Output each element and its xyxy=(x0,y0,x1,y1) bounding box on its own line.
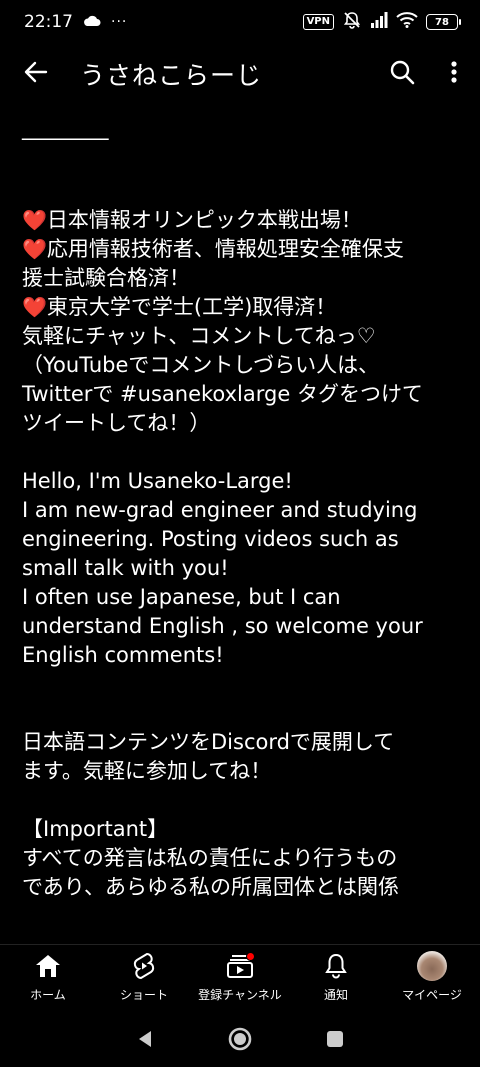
subscriptions-icon xyxy=(225,951,255,981)
channel-description: _________ ❤️日本情報オリンピック本戦出場！ ❤️応用情報技術者、情報… xyxy=(0,104,480,944)
description-line: Twitterで #usanekoxlarge タグをつけて xyxy=(22,380,458,409)
description-line: Hello, I'm Usaneko-Large! xyxy=(22,469,293,493)
description-line: ❤️日本情報オリンピック本戦出場！ xyxy=(22,208,362,232)
description-line: 【Important】 xyxy=(22,817,169,841)
description-line: であり、あらゆる私の所属団体とは関係 xyxy=(22,875,399,899)
description-line: 日本語コンテンツをDiscordで展開して xyxy=(22,730,395,754)
description-line: I often use Japanese, but I can xyxy=(22,585,341,609)
arrow-left-icon xyxy=(23,59,49,89)
status-left: 22:17 ··· xyxy=(24,12,127,32)
more-vertical-icon xyxy=(450,60,458,88)
hashtag-line[interactable]: Twitterで #usanekoxlarge タグをつけて xyxy=(22,382,423,406)
description-divider: _________ xyxy=(22,116,109,140)
nav-notifications[interactable]: 通知 xyxy=(288,945,384,1015)
page-title: うさねこらーじ xyxy=(80,61,263,90)
description-line: すべての発言は私の責任により行うもの xyxy=(22,846,398,870)
system-back-button[interactable] xyxy=(135,1029,155,1053)
system-navigation-bar xyxy=(0,1014,480,1067)
signal-icon xyxy=(370,11,388,33)
system-recents-button[interactable] xyxy=(325,1029,345,1053)
status-right: VPN 78 xyxy=(302,10,461,35)
nav-my-page[interactable]: マイページ xyxy=(384,945,480,1015)
description-line: ツイートしてね！） xyxy=(22,411,211,435)
square-recents-icon xyxy=(327,1030,343,1047)
nav-subscriptions[interactable]: 登録チャンネル xyxy=(192,945,288,1015)
more-options-button[interactable] xyxy=(428,44,480,104)
wifi-icon xyxy=(396,11,418,33)
description-line: ます。気軽に参加してね！ xyxy=(22,759,272,783)
app-bar: うさねこらーじ xyxy=(0,44,480,104)
description-line: I am new-grad engineer and studying xyxy=(22,498,418,522)
back-button[interactable] xyxy=(0,44,72,104)
heart-icon: ❤️ xyxy=(22,237,47,261)
description-line: understand English , so welcome your xyxy=(22,614,423,638)
nav-label: ショート xyxy=(119,988,168,1002)
search-icon xyxy=(389,59,415,89)
shorts-icon xyxy=(129,951,159,981)
nav-home[interactable]: ホーム xyxy=(0,945,96,1015)
cloud-icon xyxy=(83,12,101,32)
description-line: engineering. Posting videos such as xyxy=(22,527,399,551)
heart-icon: ❤️ xyxy=(22,295,47,319)
description-line: （YouTubeでコメントしづらい人は、 xyxy=(22,353,380,377)
description-line: ❤️応用情報技術者、情報処理安全確保支 xyxy=(22,237,404,261)
triangle-back-icon xyxy=(139,1030,151,1047)
status-bar: 22:17 ··· VPN 78 xyxy=(0,0,480,44)
description-line: English comments! xyxy=(22,643,224,667)
description-line: 気軽にチャット、コメントしてねっ♡ xyxy=(22,324,376,348)
description-line: small talk with you! xyxy=(22,556,229,580)
muted-bell-icon xyxy=(342,10,362,35)
description-line: ❤️東京大学で学士(工学)取得済！ xyxy=(22,295,337,319)
screen: 22:17 ··· VPN 78 うさねこらーじ _________ ❤️日本情… xyxy=(0,0,480,1067)
avatar xyxy=(417,951,447,981)
description-line: 援士試験合格済！ xyxy=(22,266,190,290)
nav-label: ホーム xyxy=(30,988,66,1002)
heart-icon: ❤️ xyxy=(22,208,47,232)
search-button[interactable] xyxy=(376,44,428,104)
battery-indicator: 78 xyxy=(426,14,461,30)
more-notifications-indicator: ··· xyxy=(111,14,128,30)
circle-home-icon xyxy=(228,1027,252,1050)
home-icon xyxy=(33,951,63,981)
nav-shorts[interactable]: ショート xyxy=(96,945,192,1015)
new-content-dot xyxy=(246,952,255,961)
vpn-badge: VPN xyxy=(302,14,334,30)
nav-label: 登録チャンネル xyxy=(198,988,282,1002)
bell-icon xyxy=(321,951,351,981)
status-time: 22:17 xyxy=(24,12,73,32)
nav-label: 通知 xyxy=(323,988,348,1002)
system-home-button[interactable] xyxy=(227,1026,253,1056)
bottom-navigation: ホーム ショート 登録チャンネル 通知 マイページ xyxy=(0,944,480,1014)
nav-label: マイページ xyxy=(402,988,462,1002)
